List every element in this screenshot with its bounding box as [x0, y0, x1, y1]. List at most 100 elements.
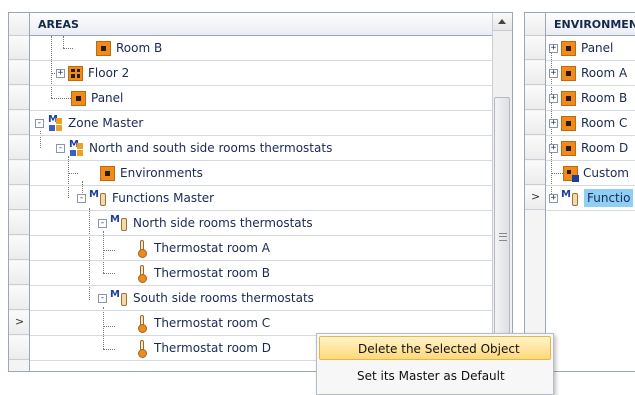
node-label: Room B — [116, 41, 163, 55]
node-label: Panel — [581, 41, 614, 55]
thermostat-icon — [136, 265, 148, 283]
tree-node-thermostat-room-a[interactable]: Thermostat room A — [136, 239, 270, 258]
row-header[interactable] — [9, 211, 29, 235]
row-header[interactable] — [9, 111, 29, 135]
env-node-panel[interactable]: + Panel — [549, 39, 613, 57]
current-row-indicator[interactable] — [9, 311, 29, 335]
node-label: Functions Master — [112, 191, 215, 205]
expand-icon[interactable]: + — [549, 193, 558, 203]
expand-icon[interactable]: + — [549, 93, 558, 103]
row-header-column — [9, 13, 30, 371]
tree-node-south-side-thermostats[interactable]: - M South side rooms thermostats — [98, 289, 314, 307]
thermostat-icon — [136, 315, 148, 333]
delete-selected-object-menu-item[interactable]: Delete the Selected Object — [319, 336, 551, 360]
vertical-scrollbar[interactable] — [492, 13, 512, 371]
row-header[interactable] — [9, 61, 29, 85]
node-label: Room A — [581, 66, 628, 80]
collapse-icon[interactable]: - — [35, 118, 44, 128]
functions-master-icon: M — [561, 189, 580, 206]
row-header[interactable] — [525, 61, 545, 85]
tree-row[interactable]: + Room C — [546, 111, 635, 136]
tree-node-floor-2[interactable]: + Floor 2 — [56, 64, 129, 82]
environment-column-header[interactable]: ENVIRONMENT — [546, 13, 635, 36]
row-header[interactable] — [525, 36, 545, 60]
floor-icon — [68, 65, 83, 81]
tree-row[interactable]: - M North side rooms thermostats — [30, 211, 492, 236]
node-label: Floor 2 — [88, 66, 130, 80]
row-header[interactable] — [525, 136, 545, 160]
set-master-as-default-menu-item[interactable]: Set its Master as Default — [319, 364, 551, 388]
tree-row[interactable]: - M Functions Master — [30, 186, 492, 211]
node-label: Thermostat room B — [154, 266, 270, 280]
env-node-room-b[interactable]: + Room B — [549, 89, 627, 107]
env-node-custom[interactable]: Custom — [563, 164, 629, 182]
tree-node-room-b[interactable]: Room B — [96, 39, 162, 57]
expand-icon[interactable]: + — [549, 68, 558, 78]
node-label: Custom — [583, 166, 629, 180]
row-header[interactable] — [9, 186, 29, 210]
env-node-room-a[interactable]: + Room A — [549, 64, 627, 82]
collapse-icon[interactable]: - — [56, 143, 65, 153]
row-header[interactable] — [525, 111, 545, 135]
node-label: Room B — [581, 91, 628, 105]
tree-row[interactable]: + Panel — [546, 36, 635, 61]
row-header[interactable] — [525, 86, 545, 110]
row-header[interactable] — [9, 336, 29, 360]
row-header[interactable] — [9, 36, 29, 60]
room-icon — [96, 40, 111, 56]
tree-node-thermostat-room-d[interactable]: Thermostat room D — [136, 339, 271, 358]
functions-master-icon: M — [89, 189, 108, 206]
row-header[interactable] — [9, 236, 29, 260]
tree-row[interactable]: Thermostat room A — [30, 236, 492, 261]
tree-row[interactable]: - M North and south side rooms thermosta… — [30, 136, 492, 161]
row-header[interactable] — [525, 161, 545, 185]
tree-row[interactable]: Thermostat room B — [30, 261, 492, 286]
env-node-functions[interactable]: + M Functio — [549, 189, 634, 207]
tree-row[interactable]: + Room D — [546, 136, 635, 161]
expand-icon[interactable]: + — [549, 118, 558, 128]
scroll-up-arrow-icon[interactable] — [493, 13, 512, 31]
tree-row[interactable]: Panel — [30, 86, 492, 111]
expand-icon[interactable]: + — [56, 68, 65, 78]
room-icon — [561, 65, 576, 81]
env-node-room-d[interactable]: + Room D — [549, 139, 628, 157]
tree-row[interactable]: Room B — [30, 36, 492, 61]
tree-node-zone-master[interactable]: - M Zone Master — [35, 114, 143, 132]
tree-node-thermostat-room-b[interactable]: Thermostat room B — [136, 264, 270, 283]
collapse-icon[interactable]: - — [77, 193, 86, 203]
tree-row[interactable]: Custom — [546, 161, 635, 186]
custom-icon — [563, 165, 579, 182]
tree-node-north-side-thermostats[interactable]: - M North side rooms thermostats — [98, 214, 313, 232]
node-label: Functio — [584, 189, 634, 207]
collapse-icon[interactable]: - — [98, 218, 107, 228]
tree-row-selected[interactable]: + M Functio — [546, 186, 635, 211]
expand-icon[interactable]: + — [549, 43, 558, 53]
row-header[interactable] — [9, 86, 29, 110]
tree-row[interactable]: + Room B — [546, 86, 635, 111]
tree-row[interactable]: - M South side rooms thermostats — [30, 286, 492, 311]
row-header[interactable] — [9, 161, 29, 185]
areas-column-header[interactable]: AREAS — [30, 13, 512, 36]
row-header[interactable] — [9, 286, 29, 310]
tree-row[interactable]: + Floor 2 — [30, 61, 492, 86]
collapse-icon[interactable]: - — [98, 293, 107, 303]
node-label: North side rooms thermostats — [133, 216, 313, 230]
scroll-thumb[interactable] — [494, 97, 510, 371]
tree-node-panel[interactable]: Panel — [71, 89, 123, 107]
row-header[interactable] — [9, 261, 29, 285]
node-label: Thermostat room C — [154, 316, 271, 330]
tree-node-environments[interactable]: Environments — [100, 164, 203, 182]
tree-row[interactable]: - M Zone Master — [30, 111, 492, 136]
tree-node-thermostat-room-c[interactable]: Thermostat room C — [136, 314, 487, 333]
node-label: Panel — [91, 91, 124, 105]
env-node-room-c[interactable]: + Room C — [549, 114, 627, 132]
tree-node-functions-master[interactable]: - M Functions Master — [77, 189, 214, 207]
tree-row[interactable]: Environments — [30, 161, 492, 186]
row-header[interactable] — [9, 136, 29, 160]
tree-row[interactable]: + Room A — [546, 61, 635, 86]
tree-node-north-south-thermostats[interactable]: - M North and south side rooms thermosta… — [56, 139, 332, 157]
areas-tree-grid: AREAS Room B + Floor 2 Panel - — [8, 12, 513, 372]
current-row-indicator[interactable] — [525, 186, 545, 210]
expand-icon[interactable]: + — [549, 143, 558, 153]
corner-header — [525, 13, 545, 36]
